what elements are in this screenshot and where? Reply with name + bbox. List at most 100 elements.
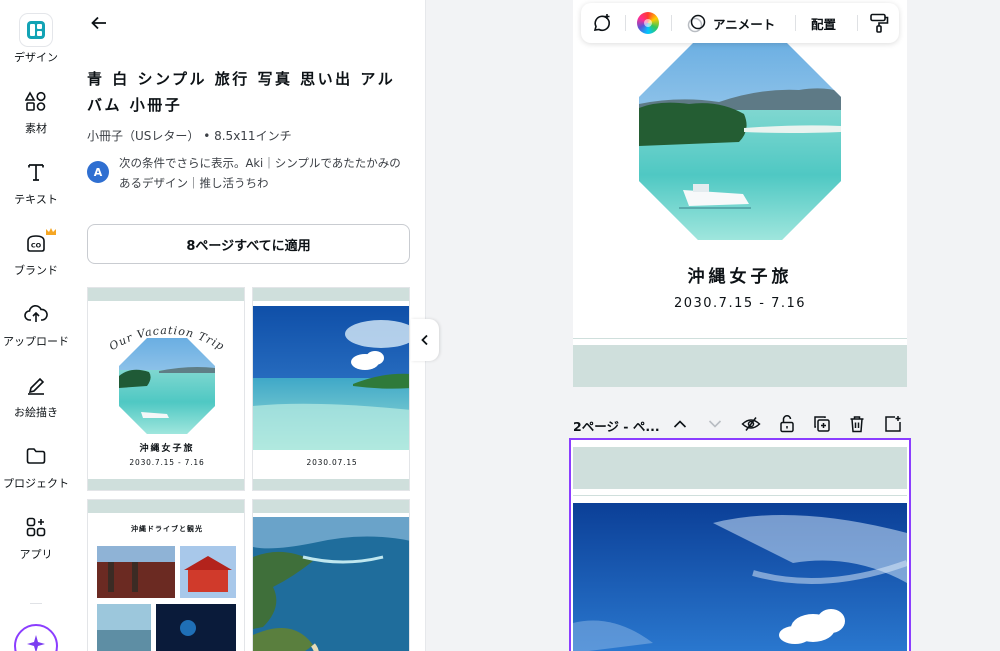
magic-assistant-button[interactable] bbox=[14, 624, 58, 651]
svg-text:CO: CO bbox=[31, 242, 42, 250]
move-page-down-button[interactable] bbox=[703, 412, 727, 436]
page-2-controls: 2ページ - ペ... bbox=[573, 410, 907, 438]
octagon-photo bbox=[119, 338, 215, 434]
rail-item-apps[interactable]: アプリ bbox=[0, 514, 72, 562]
left-rail: デザイン 素材 テキスト CO ブランド アップロード お絵描き プロジェクト … bbox=[0, 0, 72, 651]
add-page-button[interactable] bbox=[881, 412, 905, 436]
collapse-panel-button[interactable] bbox=[411, 319, 439, 361]
arrow-left-icon bbox=[91, 16, 106, 30]
thumb-title: 沖縄ドライブと観光 bbox=[131, 525, 203, 533]
chevron-left-icon bbox=[421, 334, 428, 346]
divider-line bbox=[573, 495, 907, 496]
template-size: 小冊子（USレター） • 8.5x11インチ bbox=[87, 129, 292, 143]
eye-off-icon bbox=[741, 417, 761, 431]
page-thumbnail-3[interactable]: 沖縄ドライブと観光 bbox=[87, 499, 245, 651]
copy-style-button[interactable] bbox=[868, 3, 890, 43]
rail-label: アップロード bbox=[3, 335, 69, 348]
sparkle-icon bbox=[25, 633, 47, 651]
page-thumbnail-1[interactable]: Our Vacation Trip 沖縄女子旅 2030.7.15 - 7.16 bbox=[87, 287, 245, 491]
context-toolbar: アニメート 配置 bbox=[581, 3, 899, 43]
comment-button[interactable] bbox=[591, 3, 613, 43]
color-wheel-icon bbox=[637, 12, 659, 34]
position-button[interactable]: 配置 bbox=[811, 3, 836, 43]
author-text[interactable]: 次の条件でさらに表示。Aki｜シンプルであたたかみのあるデザイン｜推し活うちわ bbox=[119, 153, 411, 193]
apps-icon bbox=[23, 514, 49, 540]
animate-label: アニメート bbox=[713, 16, 776, 32]
page-date[interactable]: 2030.7.15 - 7.16 bbox=[573, 296, 907, 311]
add-comment-icon bbox=[593, 14, 610, 32]
rail-item-elements[interactable]: 素材 bbox=[0, 88, 72, 136]
template-panel: 青 白 シンプル 旅行 写真 思い出 アルバム 小冊子 小冊子（USレター） •… bbox=[72, 0, 426, 651]
chevron-down-icon bbox=[708, 420, 722, 428]
rail-item-upload[interactable]: アップロード bbox=[0, 301, 72, 349]
toolbar-separator bbox=[671, 15, 672, 31]
author-avatar[interactable]: A bbox=[87, 161, 109, 183]
unlock-icon bbox=[780, 415, 794, 433]
rail-label: ブランド bbox=[14, 264, 58, 277]
rail-label: 素材 bbox=[25, 122, 47, 135]
back-button[interactable] bbox=[87, 11, 111, 35]
color-band bbox=[88, 479, 244, 490]
crown-icon bbox=[45, 222, 57, 241]
toolbar-separator bbox=[857, 15, 858, 31]
rail-item-design[interactable]: デザイン bbox=[0, 14, 72, 65]
color-band bbox=[88, 500, 244, 513]
upload-icon bbox=[23, 301, 49, 327]
brand-icon: CO bbox=[23, 228, 56, 256]
coast-photo bbox=[253, 517, 409, 651]
page-title[interactable]: 沖縄女子旅 bbox=[573, 262, 907, 287]
thumb-date: 2030.07.15 bbox=[306, 458, 358, 467]
animate-icon bbox=[687, 14, 706, 33]
rail-label: お絵描き bbox=[14, 406, 58, 419]
rail-label: テキスト bbox=[14, 193, 58, 206]
design-icon bbox=[20, 14, 52, 46]
duplicate-icon bbox=[814, 416, 830, 432]
delete-page-button[interactable] bbox=[845, 412, 869, 436]
color-band bbox=[88, 288, 244, 301]
apply-all-pages-button[interactable]: 8ページすべてに適用 bbox=[87, 224, 410, 264]
chevron-up-icon bbox=[673, 420, 687, 428]
page-2-label[interactable]: 2ページ - ペ... bbox=[573, 416, 660, 435]
rail-item-text[interactable]: テキスト bbox=[0, 159, 72, 207]
photo-collage bbox=[97, 546, 236, 651]
beach-photo bbox=[253, 306, 409, 450]
toolbar-separator bbox=[625, 15, 626, 31]
hide-page-button[interactable] bbox=[739, 412, 763, 436]
color-band bbox=[253, 479, 409, 490]
paint-roller-icon bbox=[870, 13, 889, 33]
rail-label: プロジェクト bbox=[3, 477, 69, 490]
color-band[interactable] bbox=[573, 447, 907, 489]
thumb-title: 沖縄女子旅 bbox=[139, 444, 195, 454]
rail-item-draw[interactable]: お絵描き bbox=[0, 372, 72, 420]
position-label: 配置 bbox=[811, 16, 837, 32]
text-icon bbox=[23, 159, 49, 185]
divider-line bbox=[573, 338, 907, 339]
rail-item-projects[interactable]: プロジェクト bbox=[0, 443, 72, 491]
color-band[interactable] bbox=[573, 345, 907, 387]
page-thumbnail-2[interactable]: 2030.07.15 bbox=[252, 287, 410, 491]
color-button[interactable] bbox=[637, 3, 659, 43]
trash-icon bbox=[850, 416, 864, 433]
color-band bbox=[253, 288, 409, 301]
lock-page-button[interactable] bbox=[775, 412, 799, 436]
octagon-photo[interactable] bbox=[639, 38, 841, 240]
elements-icon bbox=[23, 88, 49, 114]
rail-item-brand[interactable]: CO ブランド bbox=[0, 228, 72, 278]
animate-button[interactable]: アニメート bbox=[685, 3, 775, 43]
sky-photo[interactable] bbox=[573, 503, 907, 651]
page-thumbnail-4[interactable] bbox=[252, 499, 410, 651]
draw-icon bbox=[23, 372, 49, 398]
toolbar-separator bbox=[795, 15, 796, 31]
add-page-icon bbox=[885, 416, 901, 432]
rail-label: アプリ bbox=[19, 548, 53, 561]
thumb-date: 2030.7.15 - 7.16 bbox=[129, 458, 205, 467]
move-page-up-button[interactable] bbox=[668, 412, 692, 436]
rail-label: デザイン bbox=[14, 51, 58, 64]
design-page-1[interactable]: 沖縄女子旅 2030.7.15 - 7.16 bbox=[573, 0, 907, 387]
template-title: 青 白 シンプル 旅行 写真 思い出 アルバム 小冊子 bbox=[87, 70, 396, 114]
duplicate-page-button[interactable] bbox=[810, 412, 834, 436]
folder-icon bbox=[23, 443, 49, 469]
rail-divider bbox=[30, 603, 42, 604]
color-band bbox=[253, 500, 409, 513]
design-page-2[interactable] bbox=[569, 438, 911, 651]
